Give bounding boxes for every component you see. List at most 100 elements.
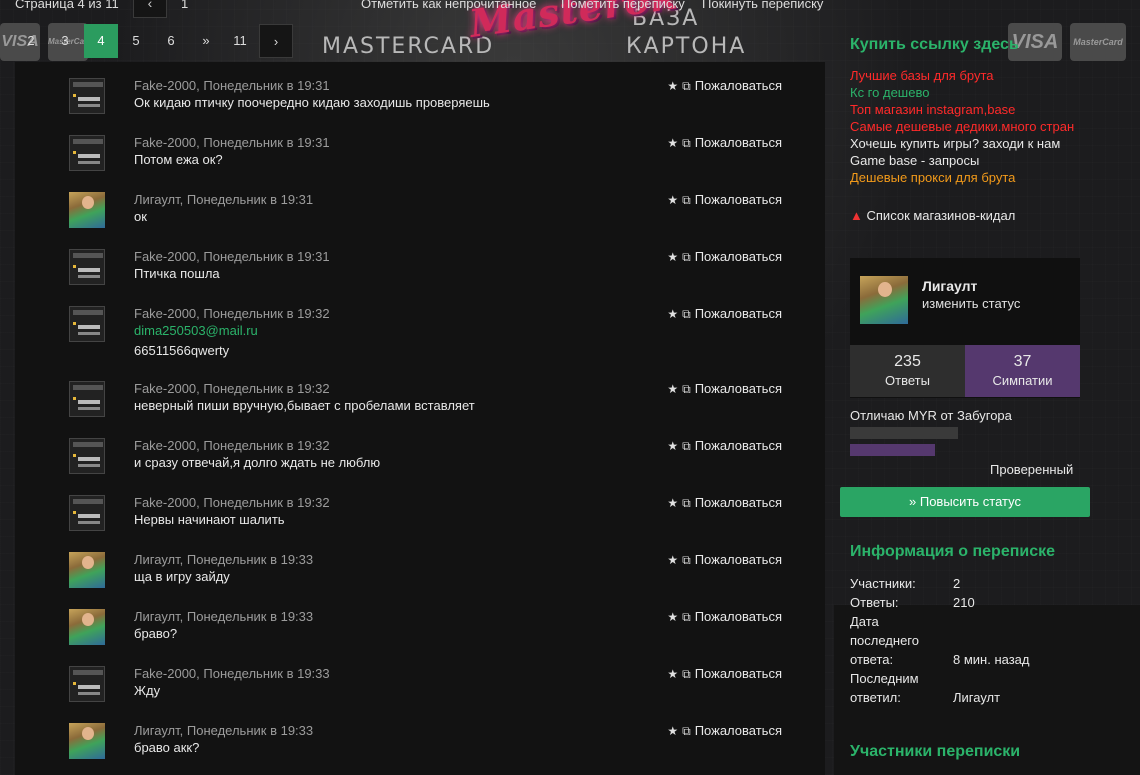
author-avatar[interactable] (69, 723, 105, 759)
page-link-6[interactable]: 6 (154, 24, 188, 58)
star-icon[interactable]: ★ (667, 553, 678, 567)
report-link[interactable]: Пожаловаться (695, 666, 782, 681)
copy-icon[interactable]: ⧉ (682, 307, 691, 321)
copy-icon[interactable]: ⧉ (682, 496, 691, 510)
copy-icon[interactable]: ⧉ (682, 439, 691, 453)
sidebar-ad-link[interactable]: Топ магазин instagram,base (850, 102, 1015, 117)
copy-icon[interactable]: ⧉ (682, 724, 691, 738)
page-link-11[interactable]: 11 (223, 24, 257, 58)
profile-name[interactable]: Лигаулт (922, 278, 977, 294)
star-icon[interactable]: ★ (667, 307, 678, 321)
author-avatar[interactable] (69, 552, 105, 588)
report-link[interactable]: Пожаловаться (695, 723, 782, 738)
scam-list-link[interactable]: ▲ Список магазинов-кидал (850, 208, 1015, 223)
page-link-5[interactable]: 5 (119, 24, 153, 58)
star-icon[interactable]: ★ (667, 382, 678, 396)
author-avatar[interactable] (69, 495, 105, 531)
copy-icon[interactable]: ⧉ (682, 250, 691, 264)
star-icon[interactable]: ★ (667, 724, 678, 738)
prev-page-button[interactable]: ‹ (133, 0, 167, 18)
author-avatar[interactable] (69, 135, 105, 171)
message-author[interactable]: Лигаулт (134, 609, 180, 624)
message-time[interactable]: Понедельник в 19:33 (187, 609, 313, 624)
copy-icon[interactable]: ⧉ (682, 553, 691, 567)
author-avatar[interactable] (69, 249, 105, 285)
sidebar-ad-link[interactable]: Дешевые прокси для брута (850, 170, 1015, 185)
author-avatar[interactable] (69, 381, 105, 417)
report-link[interactable]: Пожаловаться (695, 192, 782, 207)
report-link[interactable]: Пожаловаться (695, 438, 782, 453)
likes-stat[interactable]: 37 Симпатии (965, 345, 1080, 397)
message-author[interactable]: Лигаулт (134, 723, 180, 738)
report-link[interactable]: Пожаловаться (695, 306, 782, 321)
message-time[interactable]: Понедельник в 19:32 (203, 438, 329, 453)
copy-icon[interactable]: ⧉ (682, 382, 691, 396)
copy-icon[interactable]: ⧉ (682, 610, 691, 624)
copy-icon[interactable]: ⧉ (682, 667, 691, 681)
message-author[interactable]: Fake-2000 (134, 306, 196, 321)
star-icon[interactable]: ★ (667, 79, 678, 93)
copy-icon[interactable]: ⧉ (682, 79, 691, 93)
star-icon[interactable]: ★ (667, 610, 678, 624)
author-avatar[interactable] (69, 306, 105, 342)
upgrade-status-button[interactable]: » Повысить статус (840, 487, 1090, 517)
message-time[interactable]: Понедельник в 19:33 (203, 666, 329, 681)
author-avatar[interactable] (69, 78, 105, 114)
message-time[interactable]: Понедельник в 19:32 (203, 381, 329, 396)
message-author[interactable]: Fake-2000 (134, 249, 196, 264)
message-author[interactable]: Fake-2000 (134, 381, 196, 396)
report-link[interactable]: Пожаловаться (695, 495, 782, 510)
replies-stat[interactable]: 235 Ответы (850, 345, 965, 397)
message-time[interactable]: Понедельник в 19:31 (203, 249, 329, 264)
page-link-3[interactable]: 3 (48, 24, 82, 58)
last-replier-value[interactable]: Лигаулт (953, 690, 1000, 705)
report-link[interactable]: Пожаловаться (695, 78, 782, 93)
page-link-4-current[interactable]: 4 (84, 24, 118, 58)
sidebar-ad-link[interactable]: Самые дешевые дедики.много стран (850, 119, 1074, 134)
first-page-link[interactable]: 1 (181, 0, 188, 11)
copy-icon[interactable]: ⧉ (682, 193, 691, 207)
message-time[interactable]: Понедельник в 19:31 (203, 135, 329, 150)
message-author[interactable]: Fake-2000 (134, 495, 196, 510)
star-icon[interactable]: ★ (667, 136, 678, 150)
leave-conversation-link[interactable]: Покинуть переписку (702, 0, 823, 11)
page-link-2[interactable]: 2 (14, 24, 48, 58)
message-time[interactable]: Понедельник в 19:32 (203, 495, 329, 510)
report-link[interactable]: Пожаловаться (695, 552, 782, 567)
message-time[interactable]: Понедельник в 19:33 (187, 552, 313, 567)
copy-icon[interactable]: ⧉ (682, 136, 691, 150)
report-link[interactable]: Пожаловаться (695, 609, 782, 624)
message-author[interactable]: Лигаулт (134, 192, 180, 207)
message-text[interactable]: dima250503@mail.ru (134, 323, 258, 338)
star-icon[interactable]: ★ (667, 496, 678, 510)
message-author[interactable]: Fake-2000 (134, 438, 196, 453)
message-author[interactable]: Fake-2000 (134, 666, 196, 681)
star-icon[interactable]: ★ (667, 193, 678, 207)
message-author[interactable]: Лигаулт (134, 552, 180, 567)
sidebar-ad-link[interactable]: Game base - запросы (850, 153, 979, 168)
star-icon[interactable]: ★ (667, 439, 678, 453)
star-icon[interactable]: ★ (667, 667, 678, 681)
tag-conversation-link[interactable]: Пометить переписку (561, 0, 685, 11)
message-time[interactable]: Понедельник в 19:31 (203, 78, 329, 93)
message-author[interactable]: Fake-2000 (134, 78, 196, 93)
author-avatar[interactable] (69, 438, 105, 474)
sidebar-ad-link[interactable]: Хочешь купить игры? заходи к нам (850, 136, 1060, 151)
report-link[interactable]: Пожаловаться (695, 249, 782, 264)
author-avatar[interactable] (69, 609, 105, 645)
next-page-button[interactable]: › (259, 24, 293, 58)
report-link[interactable]: Пожаловаться (695, 381, 782, 396)
change-status-link[interactable]: изменить статус (922, 296, 1020, 311)
message-time[interactable]: Понедельник в 19:32 (203, 306, 329, 321)
buy-link-title[interactable]: Купить ссылку здесь (850, 36, 1019, 54)
message-time[interactable]: Понедельник в 19:31 (187, 192, 313, 207)
author-avatar[interactable] (69, 192, 105, 228)
sidebar-ad-link[interactable]: Кс го дешево (850, 85, 929, 100)
mark-unread-link[interactable]: Отметить как непрочитанное (361, 0, 536, 11)
sidebar-ad-link[interactable]: Лучшие базы для брута (850, 68, 994, 83)
message-time[interactable]: Понедельник в 19:33 (187, 723, 313, 738)
star-icon[interactable]: ★ (667, 250, 678, 264)
report-link[interactable]: Пожаловаться (695, 135, 782, 150)
profile-avatar[interactable] (860, 276, 908, 324)
author-avatar[interactable] (69, 666, 105, 702)
